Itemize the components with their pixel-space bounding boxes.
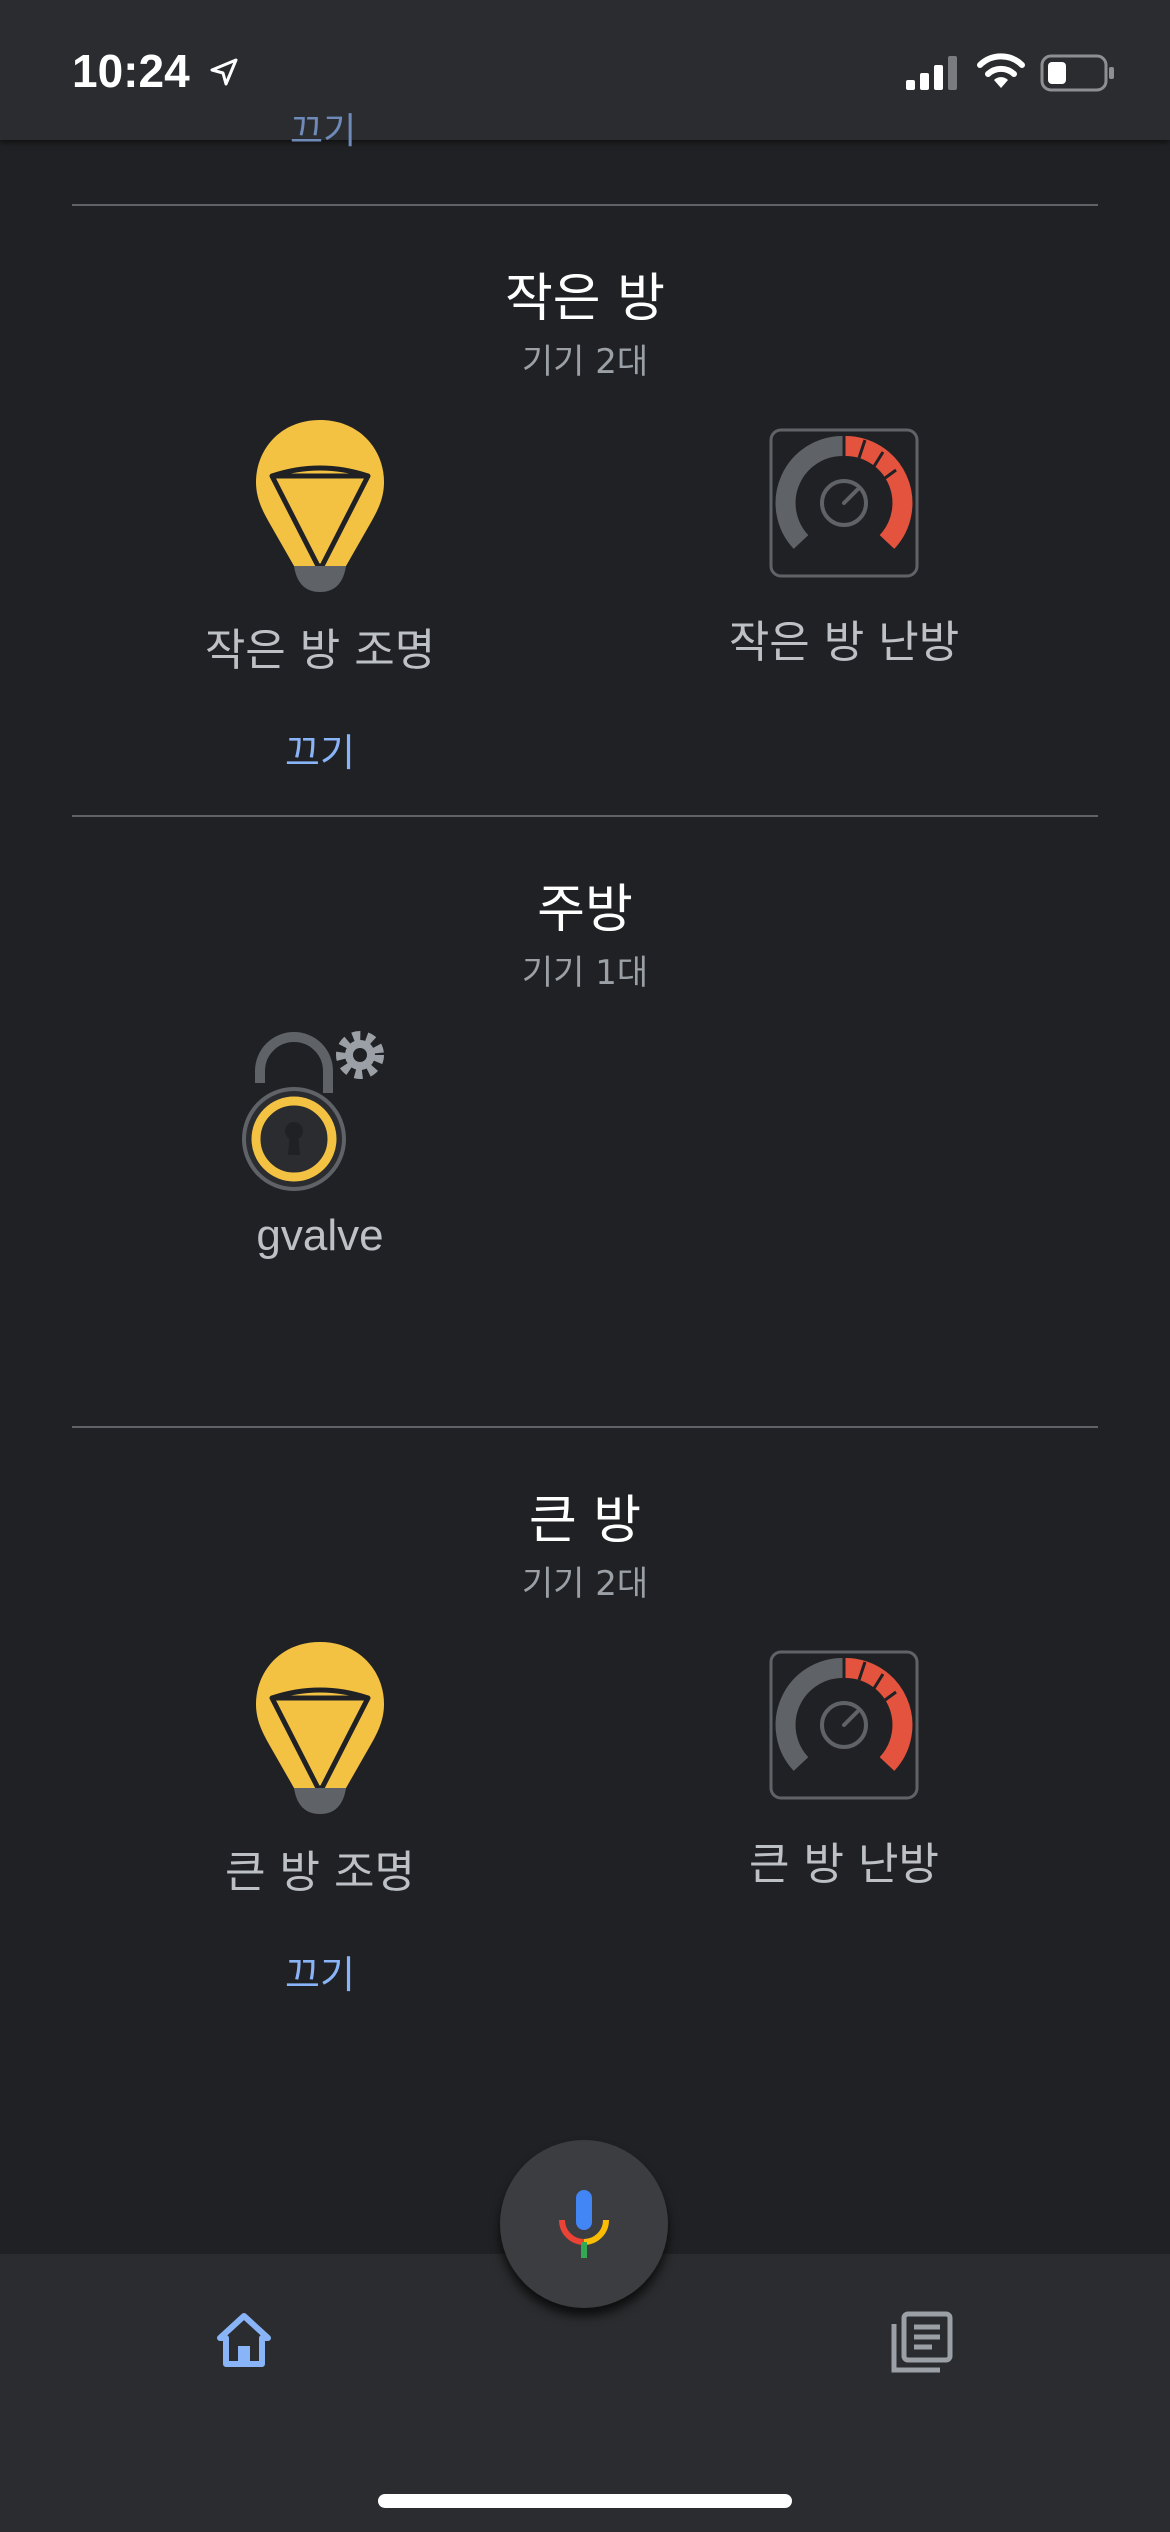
room-device-count: 기기 1대	[521, 953, 649, 993]
room-title: 큰 방	[528, 1491, 642, 1551]
lock-settings-icon	[242, 1031, 384, 1191]
device-tile-heater[interactable]: 작은 방 난방	[644, 428, 1044, 670]
device-name: 큰 방 난방	[749, 1839, 939, 1890]
light-bulb-icon	[256, 420, 384, 592]
cellular-signal-icon	[906, 56, 957, 90]
turn-off-button[interactable]: 끄기	[120, 722, 520, 777]
status-bar: 10:24 끄기	[0, 0, 1170, 152]
room-section: 작은 방 기기 2대 작은 방 조명 끄기 작은 방 난방	[72, 204, 1098, 816]
home-icon[interactable]	[214, 2310, 274, 2370]
wifi-icon	[977, 53, 1025, 88]
room-device-count: 기기 2대	[521, 342, 649, 382]
device-name: 작은 방 난방	[728, 617, 960, 668]
turn-off-button[interactable]: 끄기	[120, 1944, 520, 1999]
room-section: 큰 방 기기 2대 큰 방 조명 끄기 큰 방 난방	[72, 1426, 1098, 2068]
status-time: 10:24	[72, 45, 190, 97]
thermostat-icon	[769, 1650, 919, 1800]
feed-icon[interactable]	[890, 2310, 954, 2374]
room-device-count: 기기 2대	[521, 1564, 649, 1604]
voice-assistant-button[interactable]	[500, 2140, 668, 2308]
room-section: 주방 기기 1대 gvalve	[72, 815, 1098, 1427]
room-title: 작은 방	[504, 269, 666, 329]
home-indicator	[378, 2494, 792, 2508]
device-tile-heater[interactable]: 큰 방 난방	[644, 1650, 1044, 1892]
location-arrow-icon	[210, 58, 238, 86]
microphone-icon	[559, 2190, 609, 2258]
battery-icon	[1040, 54, 1114, 92]
device-name: gvalve	[256, 1211, 384, 1260]
device-name: 작은 방 조명	[204, 625, 436, 676]
device-name: 큰 방 조명	[225, 1847, 415, 1898]
thermostat-icon	[769, 428, 919, 578]
room-title: 주방	[537, 880, 633, 940]
light-bulb-icon	[256, 1642, 384, 1814]
scrolled-action[interactable]: 끄기	[290, 102, 356, 154]
device-tile-light[interactable]: 큰 방 조명 끄기	[120, 1638, 520, 1999]
device-tile-light[interactable]: 작은 방 조명 끄기	[120, 416, 520, 777]
device-tile-lock[interactable]: gvalve	[120, 1023, 520, 1261]
